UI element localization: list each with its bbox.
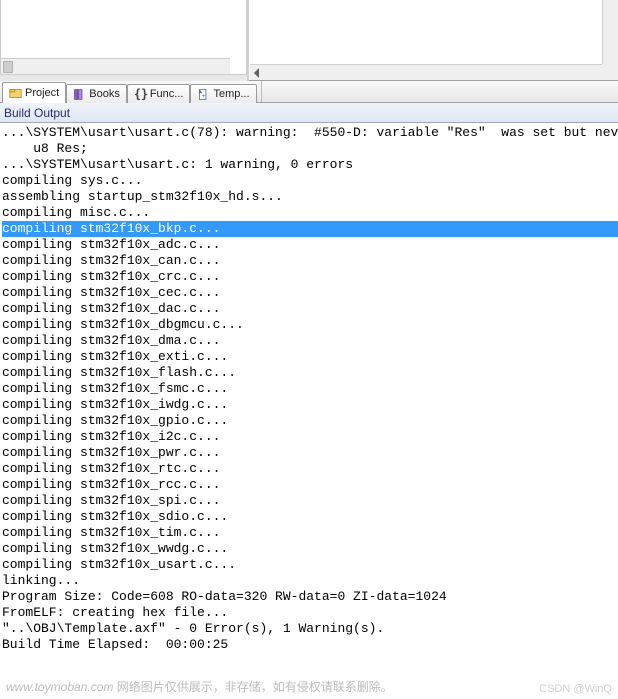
- build-log-line[interactable]: compiling stm32f10x_flash.c...: [2, 365, 618, 381]
- build-log-line[interactable]: compiling stm32f10x_usart.c...: [2, 557, 618, 573]
- horizontal-scrollbar[interactable]: [1, 58, 230, 74]
- watermark: www.toymoban.com 网络图片仅供展示，非存储，如有侵权请联系删除。: [6, 678, 393, 695]
- build-log-line[interactable]: compiling stm32f10x_rcc.c...: [2, 477, 618, 493]
- build-log-line[interactable]: compiling stm32f10x_fsmc.c...: [2, 381, 618, 397]
- watermark-domain: www.toymoban.com: [6, 680, 113, 694]
- build-log-line[interactable]: assembling startup_stm32f10x_hd.s...: [2, 189, 618, 205]
- editor-pane: [249, 0, 618, 80]
- tabs-divider: [261, 81, 271, 102]
- project-icon: [9, 87, 22, 100]
- build-log-line[interactable]: compiling stm32f10x_dbgmcu.c...: [2, 317, 618, 333]
- tab-label: Project: [25, 87, 59, 99]
- build-log-line[interactable]: compiling stm32f10x_sdio.c...: [2, 509, 618, 525]
- upper-panes: [0, 0, 618, 81]
- svg-text:+: +: [202, 92, 206, 99]
- build-log-line[interactable]: compiling stm32f10x_spi.c...: [2, 493, 618, 509]
- build-log-line[interactable]: compiling stm32f10x_can.c...: [2, 253, 618, 269]
- build-log-line[interactable]: compiling stm32f10x_pwr.c...: [2, 445, 618, 461]
- build-log-line[interactable]: Build Time Elapsed: 00:00:25: [2, 637, 618, 653]
- templates-icon: +: [197, 88, 210, 101]
- project-tree-pane: [0, 0, 249, 81]
- build-log-line[interactable]: compiling stm32f10x_crc.c...: [2, 269, 618, 285]
- build-log-line[interactable]: compiling stm32f10x_adc.c...: [2, 237, 618, 253]
- build-output-header[interactable]: Build Output: [0, 103, 618, 123]
- build-log-line[interactable]: compiling stm32f10x_iwdg.c...: [2, 397, 618, 413]
- build-log-line[interactable]: compiling misc.c...: [2, 205, 618, 221]
- build-log-line[interactable]: ...\SYSTEM\usart\usart.c(78): warning: #…: [2, 125, 618, 141]
- build-log-line[interactable]: ...\SYSTEM\usart\usart.c: 1 warning, 0 e…: [2, 157, 618, 173]
- build-log-line[interactable]: "..\OBJ\Template.axf" - 0 Error(s), 1 Wa…: [2, 621, 618, 637]
- build-log-line[interactable]: compiling stm32f10x_dac.c...: [2, 301, 618, 317]
- functions-icon: {}: [134, 88, 147, 101]
- build-log-line[interactable]: compiling stm32f10x_i2c.c...: [2, 429, 618, 445]
- watermark-text: 网络图片仅供展示，非存储，如有侵权请联系删除。: [117, 680, 393, 694]
- scroll-left-arrow-icon[interactable]: [254, 68, 259, 78]
- build-log-line[interactable]: compiling stm32f10x_bkp.c...: [2, 221, 618, 237]
- build-log-line[interactable]: compiling stm32f10x_wwdg.c...: [2, 541, 618, 557]
- splitter-handle[interactable]: [0, 75, 247, 81]
- build-log-line[interactable]: compiling stm32f10x_dma.c...: [2, 333, 618, 349]
- watermark-right: CSDN @WinQ: [539, 683, 612, 695]
- vertical-scrollbar[interactable]: [602, 0, 618, 64]
- tab-label: Func...: [150, 88, 184, 100]
- tab-books[interactable]: Books: [66, 84, 127, 103]
- panel-title: Build Output: [4, 106, 70, 120]
- build-log-line[interactable]: FromELF: creating hex file...: [2, 605, 618, 621]
- build-log-line[interactable]: compiling stm32f10x_tim.c...: [2, 525, 618, 541]
- horizontal-scrollbar[interactable]: [250, 64, 602, 80]
- build-log-line[interactable]: linking...: [2, 573, 618, 589]
- tab-functions[interactable]: {} Func...: [127, 84, 191, 103]
- build-log-line[interactable]: compiling stm32f10x_exti.c...: [2, 349, 618, 365]
- build-log-line[interactable]: compiling stm32f10x_gpio.c...: [2, 413, 618, 429]
- build-log-line[interactable]: u8 Res;: [2, 141, 618, 157]
- build-log-line[interactable]: compiling stm32f10x_cec.c...: [2, 285, 618, 301]
- build-log-line[interactable]: compiling sys.c...: [2, 173, 618, 189]
- build-log-line[interactable]: Program Size: Code=608 RO-data=320 RW-da…: [2, 589, 618, 605]
- scrollbar-thumb[interactable]: [3, 61, 13, 73]
- build-log-line[interactable]: compiling stm32f10x_rtc.c...: [2, 461, 618, 477]
- books-icon: [73, 88, 86, 101]
- tab-label: Temp...: [213, 88, 249, 100]
- side-tabs: Project Books {} Func... + Temp...: [0, 81, 618, 103]
- tab-templates[interactable]: + Temp...: [190, 84, 256, 103]
- scroll-corner: [602, 64, 618, 80]
- tab-project[interactable]: Project: [2, 82, 66, 103]
- build-output-log[interactable]: ...\SYSTEM\usart\usart.c(78): warning: #…: [0, 123, 618, 678]
- project-tree-content[interactable]: [0, 0, 247, 75]
- tab-label: Books: [89, 88, 120, 100]
